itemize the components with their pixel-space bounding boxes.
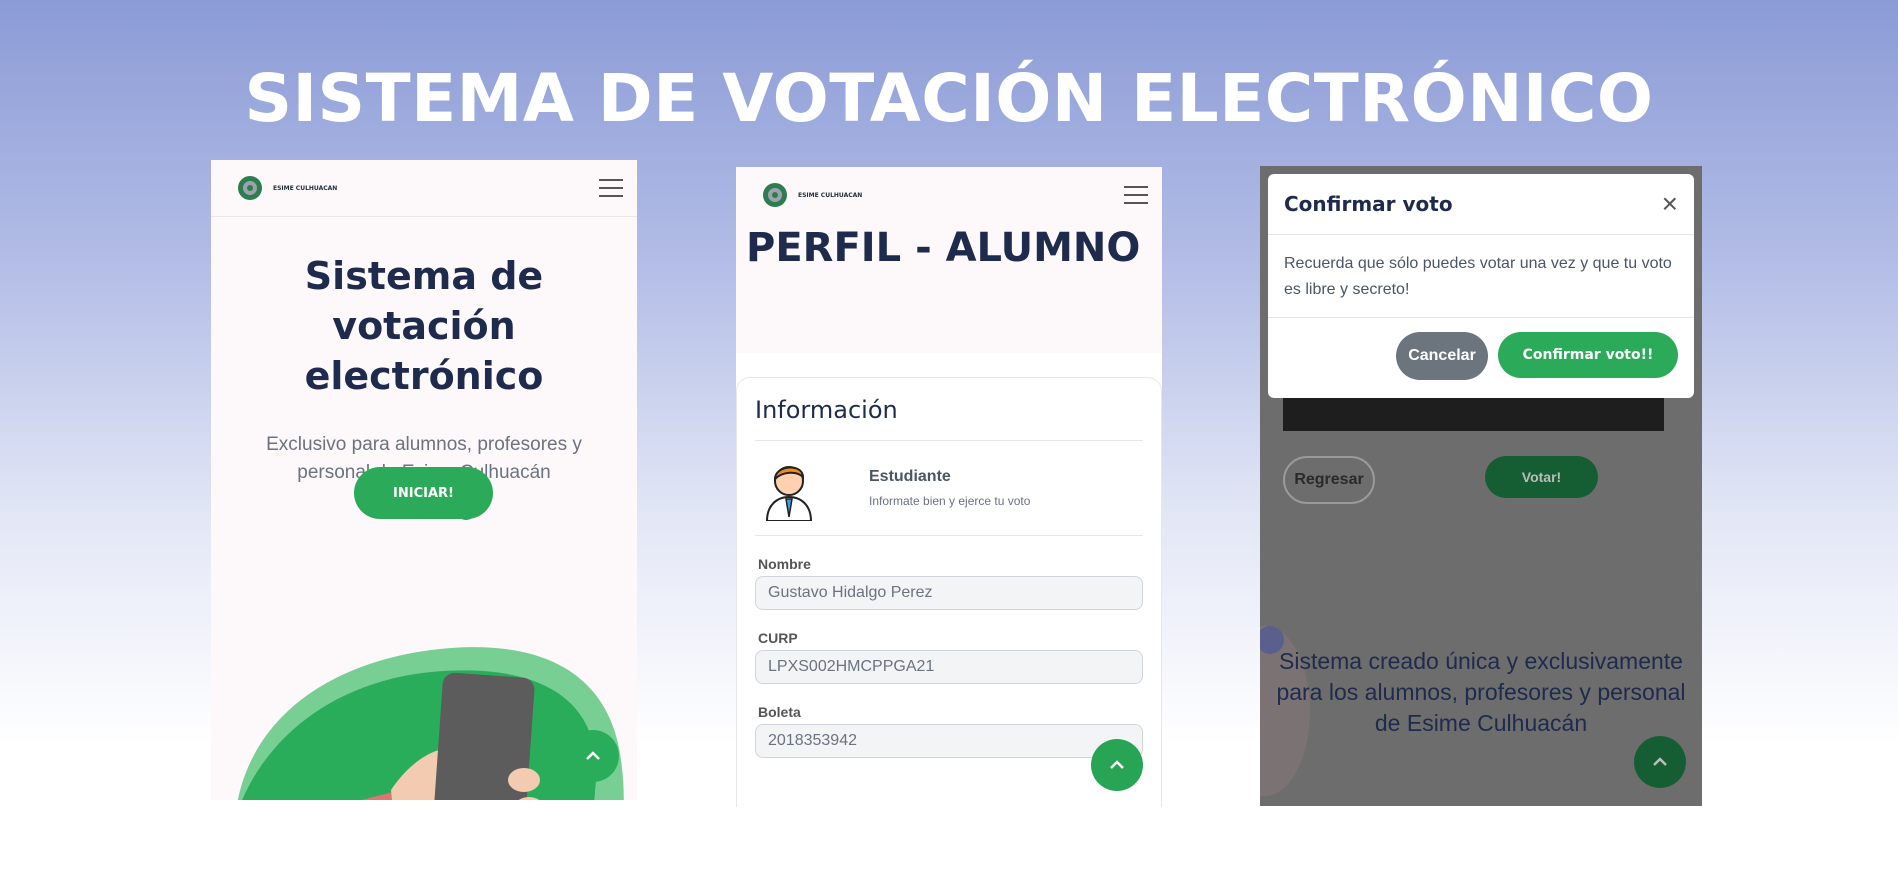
card-title: Información <box>755 396 1143 441</box>
hamburger-icon[interactable] <box>599 175 623 201</box>
field-boleta: Boleta <box>755 704 1143 758</box>
esime-logo-icon <box>763 183 787 207</box>
chevron-up-icon[interactable] <box>1091 739 1143 791</box>
profile-header: PERFIL - ALUMNO <box>736 223 1162 353</box>
brand-name: ESIME CULHUACAN <box>798 191 863 199</box>
esime-logo-icon <box>238 176 262 200</box>
page-title: SISTEMA DE VOTACIÓN ELECTRÓNICO <box>244 60 1654 137</box>
brand[interactable]: ESIME CULHUACAN <box>760 180 862 210</box>
confirm-vote-modal: Confirmar voto × Recuerda que sólo puede… <box>1268 174 1694 398</box>
brand-name: ESIME CULHUACAN <box>273 184 338 192</box>
navbar: ESIME CULHUACAN <box>211 160 637 217</box>
cancel-button[interactable]: Cancelar <box>1396 332 1488 380</box>
screen-profile: ESIME CULHUACAN PERFIL - ALUMNO Informac… <box>736 167 1162 807</box>
nombre-input[interactable] <box>755 576 1143 610</box>
student-avatar-icon <box>765 466 813 521</box>
boleta-input[interactable] <box>755 724 1143 758</box>
field-label: Nombre <box>758 556 811 572</box>
role-title: Estudiante <box>869 468 951 485</box>
footer-text: Sistema creado única y exclusivamente pa… <box>1276 648 1686 736</box>
modal-body: Recuerda que sólo puedes votar una vez y… <box>1268 235 1694 318</box>
hamburger-icon[interactable] <box>1124 182 1148 208</box>
votar-button[interactable]: Votar! <box>1485 456 1598 498</box>
screen-vote-confirm: Regresar Votar! Sistema creado única y e… <box>1260 166 1702 806</box>
brand[interactable]: ESIME CULHUACAN <box>235 173 337 203</box>
curp-input[interactable] <box>755 650 1143 684</box>
navbar: ESIME CULHUACAN <box>736 167 1162 223</box>
modal-footer: Cancelar Confirmar voto!! <box>1268 318 1694 394</box>
modal-title: Confirmar voto <box>1284 192 1453 216</box>
profile-title: PERFIL - ALUMNO <box>746 225 1141 271</box>
field-nombre: Nombre <box>755 556 1143 610</box>
iniciar-button[interactable]: INICIAR! <box>354 467 493 519</box>
chevron-up-icon[interactable] <box>1634 736 1686 788</box>
confirm-vote-button[interactable]: Confirmar voto!! <box>1498 332 1678 378</box>
hero-title: Sistema de votación electrónico <box>304 254 544 398</box>
modal-header: Confirmar voto × <box>1268 174 1694 235</box>
regresar-button[interactable]: Regresar <box>1283 456 1375 504</box>
close-icon[interactable]: × <box>1662 190 1678 218</box>
screen-home: ESIME CULHUACAN Sistema de votación elec… <box>211 160 637 800</box>
field-curp: CURP <box>755 630 1143 684</box>
chevron-up-icon[interactable] <box>567 730 619 782</box>
field-label: CURP <box>758 630 798 646</box>
role-subtitle: Informate bien y ejerce tu voto <box>869 494 1031 508</box>
role-row: Estudiante Informate bien y ejerce tu vo… <box>755 441 1143 536</box>
field-label: Boleta <box>758 704 801 720</box>
info-card: Información Estudiante Informate bien y … <box>736 377 1162 807</box>
